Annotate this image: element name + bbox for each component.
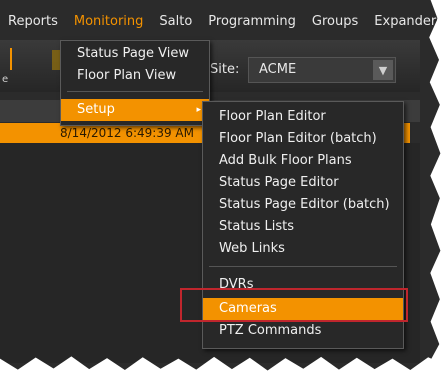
menu-salto[interactable]: Salto [151, 14, 200, 29]
menu-item-floor-plan-editor-batch[interactable]: Floor Plan Editor (batch) [203, 128, 403, 150]
site-dropdown[interactable]: ACME ▼ [248, 57, 396, 83]
application-window: Reports Monitoring Salto Programming Gro… [0, 0, 446, 374]
menu-item-web-links[interactable]: Web Links [203, 238, 403, 260]
menu-groups[interactable]: Groups [304, 14, 366, 29]
site-label: Site: [210, 62, 240, 77]
menu-expanders[interactable]: Expanders [366, 14, 446, 29]
menu-item-status-page-view[interactable]: Status Page View [61, 43, 209, 65]
menu-item-setup[interactable]: Setup ▸ [61, 99, 209, 121]
monitoring-menu: Status Page View Floor Plan View Setup ▸ [60, 40, 210, 126]
site-value: ACME [259, 62, 297, 77]
menu-separator [209, 266, 397, 267]
menu-item-floor-plan-view[interactable]: Floor Plan View [61, 65, 209, 87]
menu-item-ptz-commands[interactable]: PTZ Commands [203, 320, 403, 342]
row-timestamp: 8/14/2012 6:49:39 AM [60, 126, 194, 140]
highlight-callout [180, 288, 408, 322]
menu-item-add-bulk-floor-plans[interactable]: Add Bulk Floor Plans [203, 150, 403, 172]
menu-item-status-page-editor[interactable]: Status Page Editor [203, 172, 403, 194]
torn-edge-right [429, 0, 446, 374]
menu-reports[interactable]: Reports [0, 14, 66, 29]
menu-item-floor-plan-editor[interactable]: Floor Plan Editor [203, 106, 403, 128]
menu-monitoring[interactable]: Monitoring [66, 14, 152, 29]
menu-separator [67, 91, 203, 92]
submenu-arrow-icon: ▸ [196, 105, 201, 115]
menubar: Reports Monitoring Salto Programming Gro… [0, 8, 446, 34]
chevron-down-icon[interactable]: ▼ [373, 60, 393, 80]
menu-item-status-page-editor-batch[interactable]: Status Page Editor (batch) [203, 194, 403, 216]
menu-item-setup-label: Setup [77, 102, 115, 117]
menu-item-status-lists[interactable]: Status Lists [203, 216, 403, 238]
menu-programming[interactable]: Programming [200, 14, 304, 29]
toolbar-icon-left[interactable] [10, 48, 12, 70]
toolbar-label-left: e [2, 74, 9, 85]
